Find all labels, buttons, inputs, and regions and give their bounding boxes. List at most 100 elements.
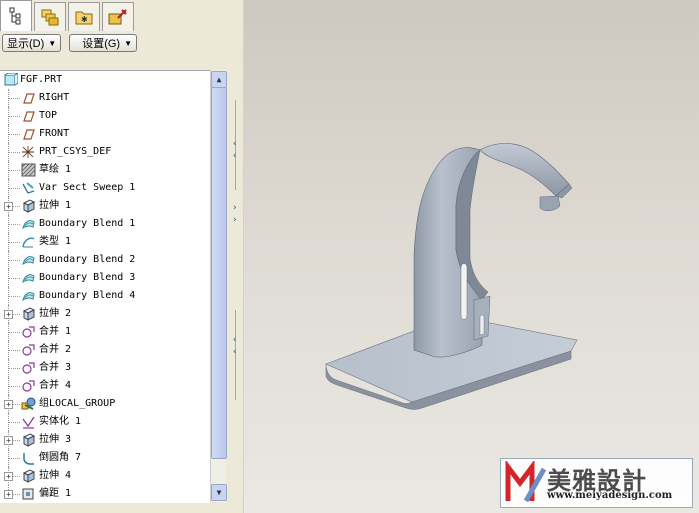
sketch-icon <box>21 163 36 177</box>
tree-item[interactable]: 类型 1 <box>0 233 210 251</box>
tree-root[interactable]: FGF.PRT <box>0 71 210 89</box>
tree-item[interactable]: + 拉伸 4 <box>0 467 210 485</box>
tree-item-label: 拉伸 2 <box>39 308 72 319</box>
tools-icon <box>108 9 127 25</box>
tree-item-label: 拉伸 3 <box>39 434 72 445</box>
merge-icon <box>22 362 35 374</box>
tree-item[interactable]: Boundary Blend 4 <box>0 287 210 305</box>
collapse-left-icon[interactable]: ‹ <box>232 336 240 345</box>
tab-layers[interactable] <box>34 2 66 31</box>
tree-item[interactable]: 实体化 1 <box>0 413 210 431</box>
tree-connector <box>9 368 20 369</box>
tree-item[interactable]: 合并 2 <box>0 341 210 359</box>
tree-item-label: FRONT <box>39 128 70 139</box>
tree-item-label: 合并 4 <box>39 380 72 391</box>
tree-connector <box>9 350 20 351</box>
tree-item-label: PRT_CSYS_DEF <box>39 146 112 157</box>
tree-item-label: Boundary Blend 4 <box>39 290 136 301</box>
expand-toggle-icon[interactable]: + <box>4 400 13 409</box>
collapse-left-icon[interactable]: ‹ <box>232 152 240 161</box>
expand-toggle-icon[interactable]: + <box>4 472 13 481</box>
tree-connector <box>9 296 20 297</box>
tree-item-label: 合并 3 <box>39 362 72 373</box>
expand-toggle-icon[interactable]: + <box>4 310 13 319</box>
model-tree-panel: ✱ 显示(D) ▼ 设置(G) ▼ FGF.PRT RIGHT TOP FRONT P… <box>0 0 230 513</box>
scroll-up-button[interactable]: ▲ <box>211 71 227 88</box>
part-icon <box>4 73 18 86</box>
collapse-left-icon[interactable]: ‹ <box>232 140 240 149</box>
boundary-blend-icon <box>22 220 35 230</box>
tree-item-label: 倒圆角 7 <box>39 452 82 463</box>
settings-dropdown[interactable]: 设置(G) ▼ <box>69 34 138 52</box>
datum-plane-icon <box>23 111 35 122</box>
logo-mark-icon <box>505 461 547 503</box>
tree-item[interactable]: 倒圆角 7 <box>0 449 210 467</box>
tree-item[interactable]: + 偏距 1 <box>0 485 210 503</box>
tree-scrollbar[interactable]: ▲ ▼ <box>210 70 227 502</box>
tree-item-label: 类型 1 <box>39 236 72 247</box>
tree-item[interactable]: 合并 1 <box>0 323 210 341</box>
settings-label: 设置(G) <box>82 38 121 50</box>
tree-item[interactable]: FRONT <box>0 125 210 143</box>
tree-item[interactable]: RIGHT <box>0 89 210 107</box>
tree-item-label: 组LOCAL_GROUP <box>39 398 116 409</box>
boundary-blend-icon <box>22 274 35 284</box>
extrude-icon <box>22 433 36 447</box>
tree-item[interactable]: + 拉伸 2 <box>0 305 210 323</box>
expand-toggle-icon[interactable]: + <box>4 490 13 499</box>
tree-connector <box>9 116 20 117</box>
tree-connector <box>9 260 20 261</box>
tab-folder-browser[interactable]: ✱ <box>68 2 100 31</box>
tree-item[interactable]: 草绘 1 <box>0 161 210 179</box>
tree-item[interactable]: Boundary Blend 1 <box>0 215 210 233</box>
tree-toolbar: 显示(D) ▼ 设置(G) ▼ <box>0 34 231 54</box>
watermark-url: www.meiyadesign.com <box>547 490 673 501</box>
csys-icon <box>22 146 34 158</box>
tree-item[interactable]: + 拉伸 1 <box>0 197 210 215</box>
tree-item[interactable]: Var Sect Sweep 1 <box>0 179 210 197</box>
offset-icon <box>22 488 34 500</box>
tree-item-label: 拉伸 4 <box>39 470 72 481</box>
merge-icon <box>22 326 35 338</box>
faucet-model <box>325 143 578 410</box>
tree-connector <box>9 98 20 99</box>
group-icon <box>21 397 36 410</box>
tree-connector <box>9 224 20 225</box>
expand-toggle-icon[interactable]: + <box>4 436 13 445</box>
layers-icon <box>41 9 59 26</box>
tree-connector <box>9 152 20 153</box>
scroll-thumb[interactable] <box>211 87 227 459</box>
tree-item-label: Var Sect Sweep 1 <box>39 182 136 193</box>
tree-item-label: 拉伸 1 <box>39 200 72 211</box>
tree-item[interactable]: 合并 4 <box>0 377 210 395</box>
watermark-logo: 美雅設計 www.meiyadesign.com <box>500 458 693 508</box>
tree-item[interactable]: + 组LOCAL_GROUP <box>0 395 210 413</box>
tree-item-label: 合并 2 <box>39 344 72 355</box>
tree-item[interactable]: Boundary Blend 2 <box>0 251 210 269</box>
tree-connector <box>9 332 20 333</box>
tree-item[interactable]: + 拉伸 3 <box>0 431 210 449</box>
tab-model-tree[interactable] <box>0 0 32 31</box>
extrude-icon <box>22 469 36 483</box>
tree-item[interactable]: PRT_CSYS_DEF <box>0 143 210 161</box>
tree-item-label: Boundary Blend 2 <box>39 254 136 265</box>
tree-connector <box>9 422 20 423</box>
graphics-viewport[interactable] <box>244 0 699 513</box>
expand-toggle-icon[interactable]: + <box>4 202 13 211</box>
panel-splitter[interactable]: ‹ ‹ › › ‹ ‹ <box>229 0 243 513</box>
model-tree-icon <box>9 7 21 25</box>
tab-tools[interactable] <box>102 2 134 31</box>
display-dropdown[interactable]: 显示(D) ▼ <box>2 34 62 52</box>
collapse-left-icon[interactable]: ‹ <box>232 348 240 357</box>
boundary-blend-icon <box>22 256 35 266</box>
expand-right-icon[interactable]: › <box>232 204 240 213</box>
datum-plane-icon <box>23 93 35 104</box>
tree-connector <box>9 134 20 135</box>
tree-item[interactable]: Boundary Blend 3 <box>0 269 210 287</box>
display-label: 显示(D) <box>7 38 45 50</box>
scroll-down-button[interactable]: ▼ <box>211 484 227 501</box>
round-icon <box>23 453 34 465</box>
tree-item[interactable]: TOP <box>0 107 210 125</box>
expand-right-icon[interactable]: › <box>232 216 240 225</box>
tree-item[interactable]: 合并 3 <box>0 359 210 377</box>
